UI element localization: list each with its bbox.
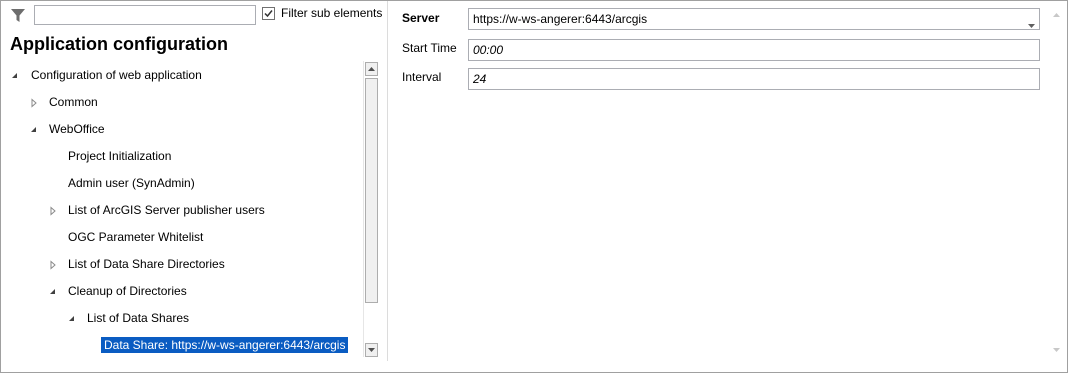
arrow-up-icon — [368, 67, 375, 71]
server-dropdown[interactable]: https://w-ws-angerer:6443/arcgis — [468, 8, 1040, 30]
interval-label: Interval — [402, 70, 442, 84]
tree-node-label: Data Share: https://w-ws-angerer:6443/ar… — [101, 337, 349, 353]
tree-node-weboffice[interactable]: WebOffice — [29, 120, 108, 138]
filter-sub-elements-toggle[interactable]: Filter sub elements — [262, 6, 382, 20]
start-time-label: Start Time — [402, 41, 457, 55]
start-time-field[interactable]: 00:00 — [468, 39, 1040, 61]
checkmark-icon — [264, 9, 273, 17]
tree-scrollbar[interactable] — [363, 61, 379, 357]
filter-sub-elements-checkbox[interactable] — [262, 6, 275, 20]
arrow-down-icon — [368, 348, 375, 352]
config-tree: Configuration of web application Common … — [1, 61, 363, 361]
collapsed-arrow-icon[interactable] — [48, 205, 58, 216]
scroll-up-button[interactable] — [365, 62, 378, 76]
expanded-arrow-icon[interactable] — [29, 124, 39, 134]
filter-sub-elements-label: Filter sub elements — [281, 6, 383, 20]
tree-node-list-of-data-shares[interactable]: List of Data Shares — [67, 309, 192, 327]
scroll-down-button[interactable] — [1050, 344, 1062, 356]
interval-field[interactable]: 24 — [468, 68, 1040, 90]
scroll-thumb[interactable] — [365, 78, 378, 303]
tree-node-label: List of Data Share Directories — [68, 257, 225, 271]
expanded-arrow-icon[interactable] — [10, 70, 20, 80]
panel-splitter[interactable] — [387, 1, 388, 361]
tree-node-label: Project Initialization — [68, 149, 172, 163]
tree-node-label: Common — [49, 95, 98, 109]
arrow-down-icon — [1052, 348, 1060, 352]
filter-icon[interactable] — [10, 8, 26, 24]
interval-value: 24 — [473, 72, 487, 86]
panel-title: Application configuration — [10, 34, 228, 54]
server-value: https://w-ws-angerer:6443/arcgis — [473, 12, 648, 26]
tree-node-label: List of Data Shares — [87, 311, 190, 325]
tree-node-label: Admin user (SynAdmin) — [68, 176, 195, 190]
tree-node-project-initialization[interactable]: Project Initialization — [65, 147, 174, 165]
collapsed-arrow-icon[interactable] — [29, 97, 39, 108]
tree-node-ogc-parameter-whitelist[interactable]: OGC Parameter Whitelist — [65, 228, 206, 246]
chevron-down-icon[interactable] — [1028, 17, 1035, 31]
tree-node-label: Configuration of web application — [31, 68, 202, 82]
start-time-value: 00:00 — [473, 43, 504, 57]
server-label: Server — [402, 11, 440, 25]
tree-node-arcgis-publisher-users[interactable]: List of ArcGIS Server publisher users — [48, 201, 268, 219]
tree-node-label: List of ArcGIS Server publisher users — [68, 203, 265, 217]
scroll-down-button[interactable] — [365, 343, 378, 357]
expanded-arrow-icon[interactable] — [67, 313, 77, 323]
tree-node-cleanup-of-directories[interactable]: Cleanup of Directories — [48, 282, 190, 300]
tree-node-admin-user[interactable]: Admin user (SynAdmin) — [65, 174, 198, 192]
app-window: Filter sub elements Application configur… — [0, 0, 1068, 373]
properties-scrollbar[interactable] — [1048, 7, 1064, 358]
arrow-up-icon — [1052, 13, 1060, 17]
filter-input[interactable] — [34, 5, 256, 25]
tree-node-data-share-selected[interactable]: Data Share: https://w-ws-angerer:6443/ar… — [101, 336, 349, 354]
tree-node-common[interactable]: Common — [29, 93, 101, 111]
tree-node-label: Cleanup of Directories — [68, 284, 187, 298]
scroll-up-button[interactable] — [1050, 9, 1062, 21]
expanded-arrow-icon[interactable] — [48, 286, 58, 296]
tree-node-label: OGC Parameter Whitelist — [68, 230, 204, 244]
tree-node-label: WebOffice — [49, 122, 105, 136]
tree-node-data-share-directories[interactable]: List of Data Share Directories — [48, 255, 228, 273]
collapsed-arrow-icon[interactable] — [48, 259, 58, 270]
tree-node-configuration-of-web-application[interactable]: Configuration of web application — [10, 66, 205, 84]
